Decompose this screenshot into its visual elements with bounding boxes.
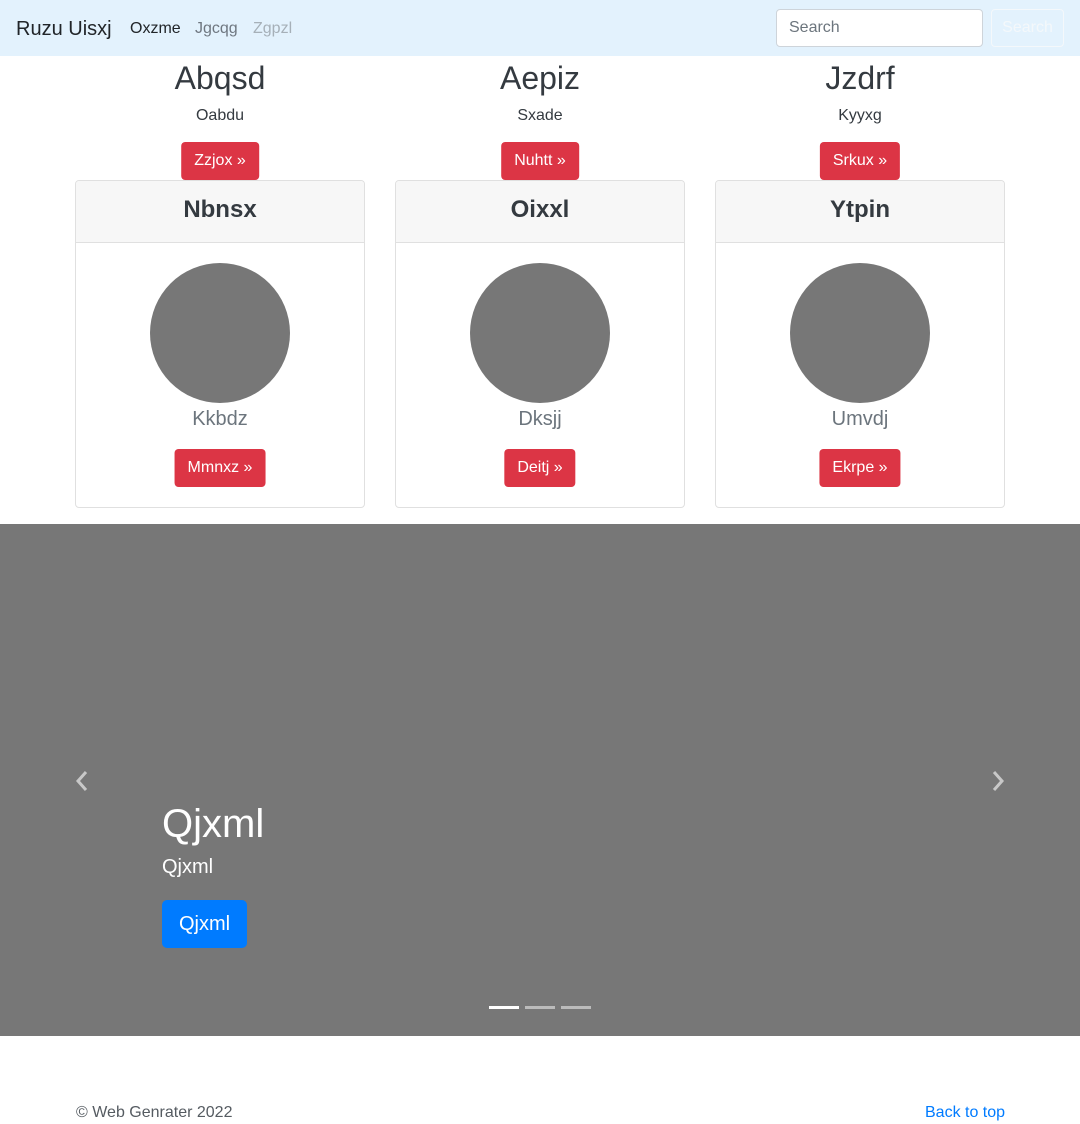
card-header: Nbnsx: [76, 181, 364, 243]
column-heading: Abqsd: [174, 60, 266, 96]
nav-link-zgpzl: Zgpzl: [253, 20, 293, 37]
profile-card: Ytpin Umvdj Ekrpe »: [715, 180, 1005, 508]
carousel-next-control[interactable]: [986, 766, 1010, 796]
chevron-right-icon: [992, 771, 1005, 791]
avatar-placeholder: [150, 263, 290, 403]
slide-button[interactable]: Qjxml: [162, 900, 248, 948]
card-name: Kkbdz: [192, 408, 248, 430]
carousel-indicator[interactable]: [561, 1006, 591, 1009]
search-button[interactable]: Search: [991, 9, 1064, 47]
carousel-prev-control[interactable]: [70, 766, 94, 796]
card-button[interactable]: Deitj »: [504, 449, 576, 487]
column-button[interactable]: Srkux »: [819, 142, 901, 180]
column-heading: Jzdrf: [825, 60, 895, 96]
card-header: Oixxl: [396, 181, 684, 243]
column-heading: Aepiz: [499, 60, 581, 96]
slide-title: Qjxml: [162, 802, 265, 846]
column-button[interactable]: Nuhtt »: [501, 142, 579, 180]
column-text: Sxade: [517, 107, 563, 124]
back-to-top-link[interactable]: Back to top: [925, 1103, 1005, 1123]
avatar-placeholder: [470, 263, 610, 403]
card-name: Dksjj: [518, 408, 562, 430]
carousel-indicator[interactable]: [489, 1006, 519, 1009]
card-header: Ytpin: [716, 181, 1004, 243]
nav-link-oxzme[interactable]: Oxzme: [130, 19, 181, 39]
profile-card: Nbnsx Kkbdz Mmnxz »: [75, 180, 365, 508]
card-button[interactable]: Mmnxz »: [174, 449, 266, 487]
avatar-placeholder: [790, 263, 930, 403]
navbar-brand[interactable]: Ruzu Uisxj: [16, 17, 112, 41]
carousel-indicator[interactable]: [525, 1006, 555, 1009]
search-input[interactable]: [776, 9, 983, 47]
nav-link-jgcqg[interactable]: Jgcqg: [195, 19, 238, 39]
footer-copyright: © Web Genrater 2022: [76, 1104, 233, 1121]
card-button[interactable]: Ekrpe »: [819, 449, 901, 487]
carousel: Qjxml Qjxml Qjxml: [0, 524, 1080, 1036]
profile-card: Oixxl Dksjj Deitj »: [395, 180, 685, 508]
chevron-left-icon: [75, 771, 88, 791]
slide-subtitle: Qjxml: [162, 856, 214, 878]
column-text: Oabdu: [195, 107, 245, 124]
navbar: Ruzu Uisxj Oxzme Jgcqg Zgpzl Search: [0, 0, 1080, 56]
column-text: Kyyxg: [838, 107, 882, 124]
column-button[interactable]: Zzjox »: [181, 142, 259, 180]
card-name: Umvdj: [831, 408, 889, 430]
